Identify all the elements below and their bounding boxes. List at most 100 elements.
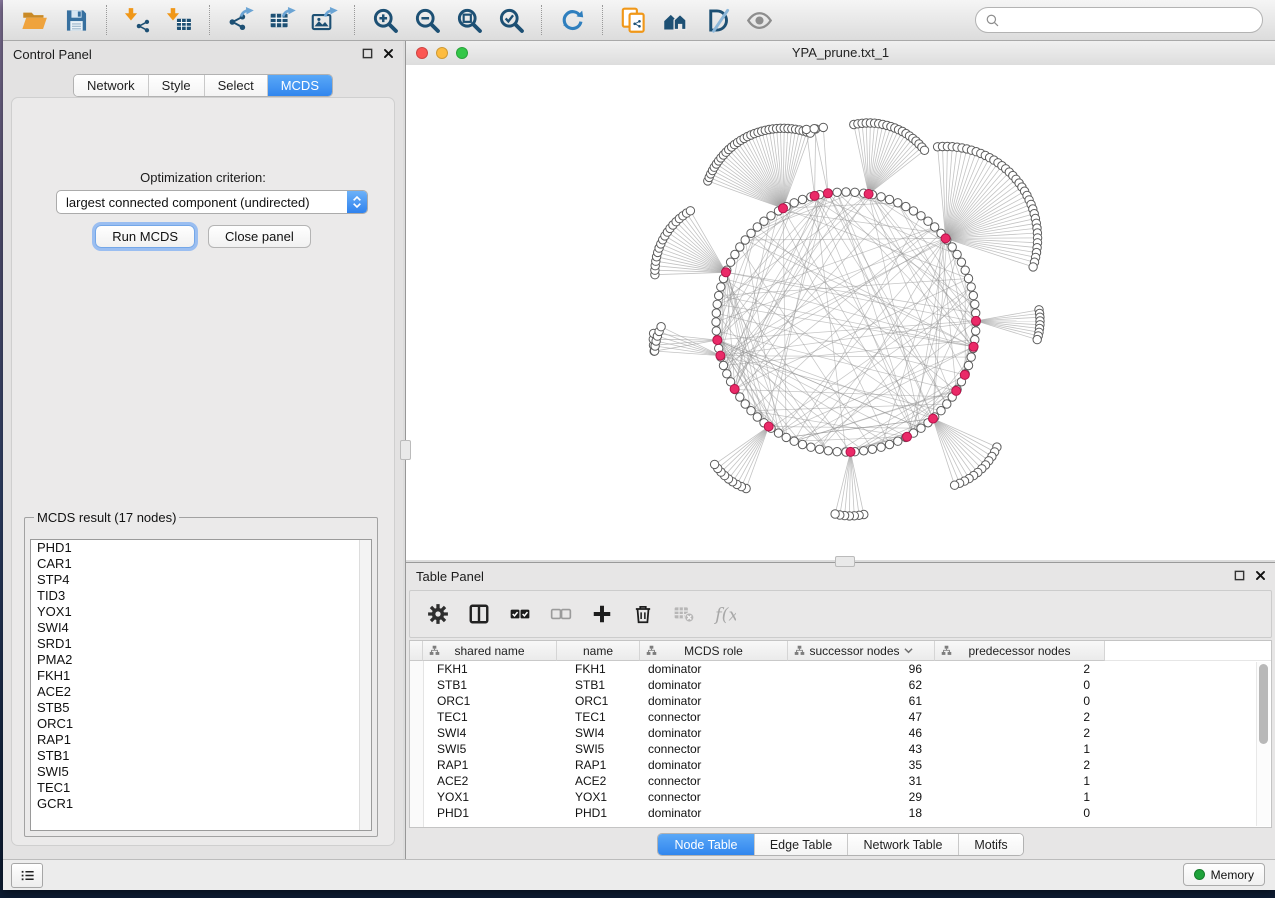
select-all-button[interactable]	[509, 603, 531, 625]
deselect-all-icon	[550, 603, 572, 625]
export-network-icon	[227, 7, 254, 34]
table-row[interactable]: ACE2ACE2connector311	[423, 773, 1257, 789]
table-row[interactable]: FKH1FKH1dominator962	[423, 661, 1257, 677]
task-history-button[interactable]	[11, 863, 43, 888]
run-mcds-button[interactable]: Run MCDS	[95, 225, 195, 248]
mcds-result-item[interactable]: PHD1	[31, 540, 371, 556]
close-panel-icon[interactable]	[382, 47, 395, 60]
cell-mcds_role: dominator	[640, 757, 788, 773]
result-list-scrollbar[interactable]	[359, 540, 371, 830]
column-header-successor_nodes[interactable]: successor nodes	[788, 641, 935, 661]
refresh-view-button[interactable]	[551, 3, 593, 37]
columns-button[interactable]	[468, 603, 490, 625]
table-row[interactable]: STB1STB1dominator620	[423, 677, 1257, 693]
close-panel-button[interactable]: Close panel	[208, 225, 311, 248]
tree-icon	[646, 645, 657, 656]
mcds-result-item[interactable]: STB5	[31, 700, 371, 716]
table-scrollbar-thumb[interactable]	[1259, 664, 1268, 744]
save-session-button[interactable]	[55, 3, 97, 37]
mcds-result-item[interactable]: TEC1	[31, 780, 371, 796]
zoom-selected-button[interactable]	[490, 3, 532, 37]
cell-shared_name: TEC1	[423, 709, 557, 725]
mcds-result-item[interactable]: RAP1	[31, 732, 371, 748]
network-manager-icon	[662, 7, 689, 34]
deselect-all-button[interactable]	[550, 603, 572, 625]
tab-edge-table[interactable]: Edge Table	[755, 834, 848, 855]
search-box[interactable]	[975, 7, 1263, 33]
cell-name: YOX1	[557, 789, 640, 805]
toolbar-separator	[354, 5, 355, 35]
mcds-result-list[interactable]: PHD1CAR1STP4TID3YOX1SWI4SRD1PMA2FKH1ACE2…	[30, 539, 372, 831]
network-canvas[interactable]	[406, 65, 1275, 560]
mcds-result-item[interactable]: PMA2	[31, 652, 371, 668]
export-network-button[interactable]	[219, 3, 261, 37]
table-row[interactable]: YOX1YOX1connector291	[423, 789, 1257, 805]
graphics-details-button[interactable]	[696, 3, 738, 37]
tab-network[interactable]: Network	[74, 75, 149, 96]
cell-name: ORC1	[557, 693, 640, 709]
mcds-result-item[interactable]: FKH1	[31, 668, 371, 684]
export-image-button[interactable]	[303, 3, 345, 37]
mcds-result-item[interactable]: SRD1	[31, 636, 371, 652]
mcds-result-item[interactable]: SWI5	[31, 764, 371, 780]
table-scrollbar[interactable]	[1256, 662, 1270, 826]
close-table-panel-icon[interactable]	[1254, 569, 1267, 582]
import-table-button[interactable]	[158, 3, 200, 37]
export-web-button[interactable]	[612, 3, 654, 37]
column-header-mcds_role[interactable]: MCDS role	[640, 641, 788, 661]
memory-button[interactable]: Memory	[1183, 863, 1265, 886]
delete-column-button[interactable]	[632, 603, 654, 625]
open-file-button[interactable]	[13, 3, 55, 37]
node-table[interactable]: shared namename MCDS role successor nodesp…	[409, 640, 1272, 828]
criterion-select[interactable]: largest connected component (undirected)	[56, 190, 368, 214]
control-panel-tabs: NetworkStyleSelectMCDS	[3, 74, 403, 97]
table-row[interactable]: SWI4SWI4dominator462	[423, 725, 1257, 741]
tab-node-table[interactable]: Node Table	[658, 834, 755, 855]
vertical-splitter-handle[interactable]	[400, 440, 411, 460]
mcds-result-item[interactable]: CAR1	[31, 556, 371, 572]
table-row[interactable]: TEC1TEC1connector472	[423, 709, 1257, 725]
float-table-panel-icon[interactable]	[1233, 569, 1246, 582]
tab-network-table[interactable]: Network Table	[848, 834, 959, 855]
mcds-result-item[interactable]: GCR1	[31, 796, 371, 812]
mcds-result-item[interactable]: ACE2	[31, 684, 371, 700]
column-header-predecessor_nodes[interactable]: predecessor nodes	[935, 641, 1105, 661]
tab-select[interactable]: Select	[205, 75, 268, 96]
table-row[interactable]: RAP1RAP1dominator352	[423, 757, 1257, 773]
network-graph[interactable]	[406, 65, 1275, 560]
horizontal-splitter-handle[interactable]	[835, 556, 855, 567]
add-column-button[interactable]	[591, 603, 613, 625]
column-header-name[interactable]: name	[557, 641, 640, 661]
zoom-out-button[interactable]	[406, 3, 448, 37]
cell-name: PHD1	[557, 805, 640, 821]
mcds-result-item[interactable]: ORC1	[31, 716, 371, 732]
delete-table-button	[673, 603, 695, 625]
mcds-result-item[interactable]: YOX1	[31, 604, 371, 620]
float-panel-icon[interactable]	[361, 47, 374, 60]
table-row[interactable]: SWI5SWI5connector431	[423, 741, 1257, 757]
import-network-button[interactable]	[116, 3, 158, 37]
cell-predecessor_nodes: 0	[935, 677, 1105, 693]
search-input[interactable]	[1005, 12, 1253, 29]
network-manager-button[interactable]	[654, 3, 696, 37]
mcds-result-item[interactable]: STP4	[31, 572, 371, 588]
cell-shared_name: RAP1	[423, 757, 557, 773]
tab-motifs[interactable]: Motifs	[959, 834, 1023, 855]
gear-button[interactable]	[427, 603, 449, 625]
status-bar: Memory	[3, 859, 1275, 890]
column-label: MCDS role	[684, 644, 743, 658]
tab-style[interactable]: Style	[149, 75, 205, 96]
mcds-result-item[interactable]: SWI4	[31, 620, 371, 636]
tab-mcds[interactable]: MCDS	[268, 75, 332, 96]
zoom-in-button[interactable]	[364, 3, 406, 37]
table-row[interactable]: ORC1ORC1dominator610	[423, 693, 1257, 709]
export-table-button[interactable]	[261, 3, 303, 37]
zoom-fit-button[interactable]	[448, 3, 490, 37]
table-row[interactable]: PHD1PHD1dominator180	[423, 805, 1257, 821]
toolbar-separator	[602, 5, 603, 35]
mcds-result-item[interactable]: TID3	[31, 588, 371, 604]
column-header-shared_name[interactable]: shared name	[423, 641, 557, 661]
control-panel-title: Control Panel	[13, 47, 92, 62]
mcds-result-item[interactable]: STB1	[31, 748, 371, 764]
network-window-titlebar[interactable]: YPA_prune.txt_1	[406, 41, 1275, 66]
